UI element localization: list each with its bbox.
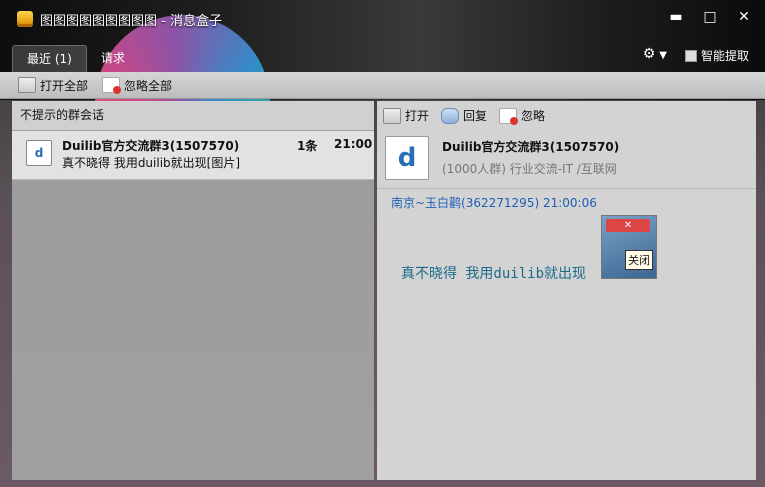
- main-toolbar: 打开全部 忽略全部: [0, 72, 765, 99]
- group-info-card: d Duilib官方交流群3(1507570) (1000人群) 行业交流-IT…: [377, 130, 756, 189]
- open-all-button[interactable]: 打开全部: [18, 77, 88, 94]
- section-title: 不提示的群会话: [12, 101, 374, 131]
- chevron-down-icon: ▼: [659, 50, 667, 61]
- message-text: 真不晓得 我用duilib就出现: [401, 266, 587, 282]
- conversation-list-pane: 不提示的群会话 d Duilib官方交流群3(1507570) 真不晓得 我用d…: [12, 101, 374, 480]
- conversation-name: Duilib官方交流群3(1507570): [62, 139, 240, 153]
- smart-extract-toggle[interactable]: 智能提取: [684, 47, 749, 64]
- tab-recent[interactable]: 最近 (1): [12, 45, 87, 72]
- ignore-icon: [499, 107, 519, 125]
- conversation-preview: 真不晓得 我用duilib就出现[图片]: [62, 156, 241, 170]
- ignore-icon: [102, 77, 122, 94]
- smart-extract-label: 智能提取: [700, 49, 749, 63]
- message-box-window: 图图图图图图图图图 - 消息盒子 ▬ □ ✕ 最近 (1) 请求 ⚙ ▼ 智能提取…: [0, 0, 765, 487]
- image-tooltip: 关闭: [625, 250, 653, 270]
- sender-line: 南京~玉白鹳(362271295) 21:00:06: [391, 196, 597, 210]
- close-icon[interactable]: ✕: [606, 219, 650, 232]
- conversation-time: 21:00: [334, 137, 373, 151]
- ignore-label: 忽略: [521, 109, 546, 123]
- detail-toolbar: 打开 回复 忽略: [377, 101, 756, 130]
- group-avatar: d: [26, 140, 52, 166]
- tab-bar: 最近 (1) 请求: [12, 45, 139, 72]
- settings-button[interactable]: ⚙ ▼: [643, 46, 667, 62]
- reply-button[interactable]: 回复: [441, 107, 487, 124]
- open-all-label: 打开全部: [40, 78, 89, 93]
- open-button[interactable]: 打开: [383, 107, 429, 124]
- message-detail-pane: 打开 回复 忽略 d Duilib官方交流群3(1507570) (1000人群…: [377, 101, 756, 480]
- group-avatar-large[interactable]: d: [385, 136, 429, 180]
- ignore-all-label: 忽略全部: [124, 78, 173, 93]
- group-meta: (1000人群) 行业交流-IT /互联网: [442, 162, 617, 176]
- window-title: 图图图图图图图图图 - 消息盒子: [40, 14, 222, 29]
- smart-extract-checkbox[interactable]: [684, 49, 697, 62]
- app-icon: [17, 11, 33, 27]
- minimize-button[interactable]: ▬: [663, 8, 689, 26]
- chat-bubble-icon: [441, 107, 460, 124]
- open-folder-icon: [18, 77, 36, 93]
- reply-label: 回复: [463, 109, 488, 123]
- open-label: 打开: [405, 109, 430, 123]
- open-folder-icon: [383, 107, 401, 124]
- message-count: 1条: [297, 139, 318, 153]
- window-controls: ▬ □ ✕: [663, 8, 757, 26]
- title-bar[interactable]: 图图图图图图图图图 - 消息盒子 ▬ □ ✕: [0, 0, 765, 36]
- maximize-button[interactable]: □: [697, 8, 723, 26]
- group-name[interactable]: Duilib官方交流群3(1507570): [442, 138, 619, 155]
- message-image[interactable]: ✕ 关闭: [601, 215, 657, 279]
- tab-requests[interactable]: 请求: [87, 45, 139, 71]
- gear-icon: ⚙: [642, 46, 656, 62]
- close-button[interactable]: ✕: [731, 8, 757, 26]
- list-item[interactable]: d Duilib官方交流群3(1507570) 真不晓得 我用duilib就出现…: [12, 131, 374, 180]
- ignore-button[interactable]: 忽略: [499, 107, 546, 125]
- ignore-all-button[interactable]: 忽略全部: [102, 77, 172, 94]
